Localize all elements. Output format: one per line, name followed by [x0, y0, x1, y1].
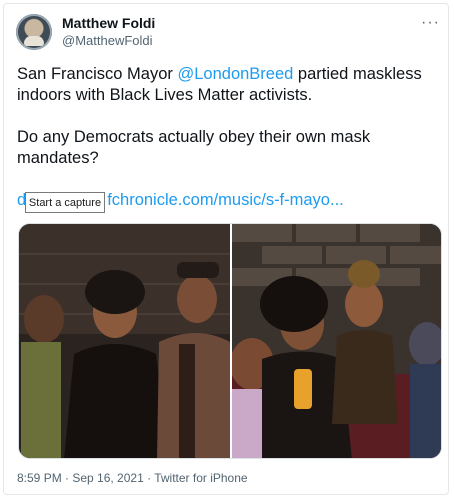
capture-tooltip: Start a capture — [25, 192, 105, 213]
photo-left[interactable] — [19, 224, 230, 458]
tweet-text: San Francisco Mayor @LondonBreed partied… — [17, 64, 437, 190]
tweet-card: Matthew Foldi @MatthewFoldi ··· San Fran… — [3, 3, 449, 495]
tweet-timestamp[interactable]: 8:59 PM · Sep 16, 2021 · Twitter for iPh… — [17, 471, 248, 485]
tweet-question: Do any Democrats actually obey their own… — [17, 128, 371, 167]
more-options-icon[interactable]: ··· — [421, 14, 440, 32]
tweet-media[interactable] — [18, 223, 442, 459]
photo-left-illustration — [19, 224, 230, 458]
tweet-text-part: San Francisco Mayor — [17, 65, 178, 83]
avatar[interactable] — [16, 14, 52, 50]
author-name[interactable]: Matthew Foldi — [62, 15, 155, 31]
mention-link[interactable]: @LondonBreed — [177, 65, 293, 83]
photo-right-illustration — [230, 224, 441, 458]
photo-right[interactable] — [230, 224, 441, 458]
tweet-header: Matthew Foldi @MatthewFoldi ··· — [16, 14, 440, 54]
article-link-rest[interactable]: fchronicle.com/music/s-f-mayo... — [107, 191, 344, 209]
author-handle[interactable]: @MatthewFoldi — [62, 33, 153, 48]
